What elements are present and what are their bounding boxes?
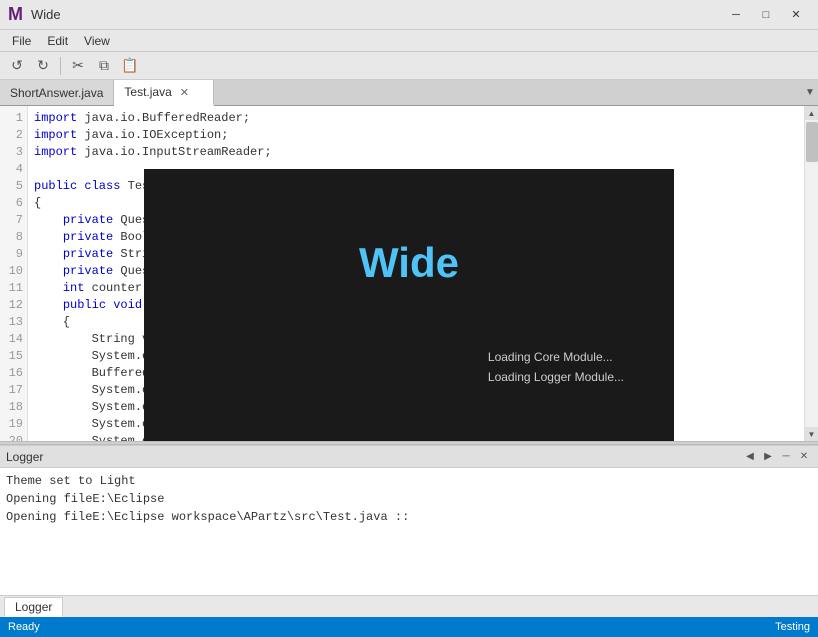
- toolbar: ↺ ↻ ✂ ⧉ 📋: [0, 52, 818, 80]
- logger-close[interactable]: ✕: [796, 449, 812, 465]
- bottom-tab-logger[interactable]: Logger: [4, 597, 63, 617]
- line-numbers: 12345 678910 1112131415 1617181920: [0, 106, 28, 441]
- scroll-down-arrow[interactable]: ▼: [805, 427, 818, 441]
- bottom-tab-logger-label: Logger: [15, 600, 52, 614]
- logger-scroll-left[interactable]: ◀: [742, 449, 758, 465]
- loading-line-1: Loading Core Module...: [488, 347, 624, 367]
- status-left: Ready: [8, 621, 775, 633]
- window-controls: ─ □ ✕: [722, 4, 810, 26]
- editor: 12345 678910 1112131415 1617181920 impor…: [0, 106, 818, 441]
- menu-view[interactable]: View: [76, 32, 118, 50]
- paste-button[interactable]: 📋: [119, 55, 141, 77]
- status-right: Testing: [775, 621, 810, 633]
- vs-icon: M: [8, 4, 23, 25]
- main-area: 12345 678910 1112131415 1617181920 impor…: [0, 106, 818, 595]
- log-line-3: Opening fileE:\Eclipse workspace\APartz\…: [6, 508, 812, 526]
- undo-button[interactable]: ↺: [6, 55, 28, 77]
- log-line-2: Opening fileE:\Eclipse: [6, 490, 812, 508]
- title-bar: M Wide ─ □ ✕: [0, 0, 818, 30]
- scroll-up-arrow[interactable]: ▲: [805, 106, 818, 120]
- menu-bar: File Edit View: [0, 30, 818, 52]
- minimize-button[interactable]: ─: [722, 4, 750, 26]
- maximize-button[interactable]: □: [752, 4, 780, 26]
- tab-test-label: Test.java: [124, 85, 171, 99]
- toolbar-separator: [60, 57, 61, 75]
- logger-content: Theme set to Light Opening fileE:\Eclips…: [0, 468, 818, 595]
- tab-bar: ShortAnswer.java Test.java ✕ ▼: [0, 80, 818, 106]
- tab-test-close[interactable]: ✕: [180, 86, 189, 99]
- menu-file[interactable]: File: [4, 32, 39, 50]
- loading-line-2: Loading Logger Module...: [488, 367, 624, 387]
- splash-title: Wide: [194, 239, 624, 287]
- code-line-3: import java.io.InputStreamReader;: [34, 144, 798, 161]
- tab-scroll-right[interactable]: ▼: [802, 80, 818, 105]
- status-bar: Ready Testing: [0, 617, 818, 637]
- bottom-tab-bar: Logger: [0, 595, 818, 617]
- redo-button[interactable]: ↻: [32, 55, 54, 77]
- logger-minimize[interactable]: ─: [778, 449, 794, 465]
- logger-panel-controls: ◀ ▶ ─ ✕: [742, 449, 812, 465]
- logger-scroll-right[interactable]: ▶: [760, 449, 776, 465]
- splash-loading: Loading Core Module... Loading Logger Mo…: [488, 347, 624, 387]
- copy-button[interactable]: ⧉: [93, 55, 115, 77]
- tab-shortanswer-label: ShortAnswer.java: [10, 86, 103, 100]
- menu-edit[interactable]: Edit: [39, 32, 76, 50]
- code-line-1: import java.io.BufferedReader;: [34, 110, 798, 127]
- window-title: Wide: [31, 7, 722, 22]
- editor-scrollbar[interactable]: ▲ ▼: [804, 106, 818, 441]
- splash-overlay: Wide Loading Core Module... Loading Logg…: [144, 169, 674, 442]
- logger-panel-title: Logger: [6, 450, 43, 464]
- logger-panel: Logger ◀ ▶ ─ ✕ Theme set to Light Openin…: [0, 445, 818, 595]
- scroll-thumb[interactable]: [806, 122, 818, 162]
- code-line-2: import java.io.IOException;: [34, 127, 798, 144]
- logger-header: Logger ◀ ▶ ─ ✕: [0, 446, 818, 468]
- close-button[interactable]: ✕: [782, 4, 810, 26]
- tab-test[interactable]: Test.java ✕: [114, 80, 214, 106]
- cut-button[interactable]: ✂: [67, 55, 89, 77]
- log-line-1: Theme set to Light: [6, 472, 812, 490]
- tab-shortanswer[interactable]: ShortAnswer.java: [0, 80, 114, 105]
